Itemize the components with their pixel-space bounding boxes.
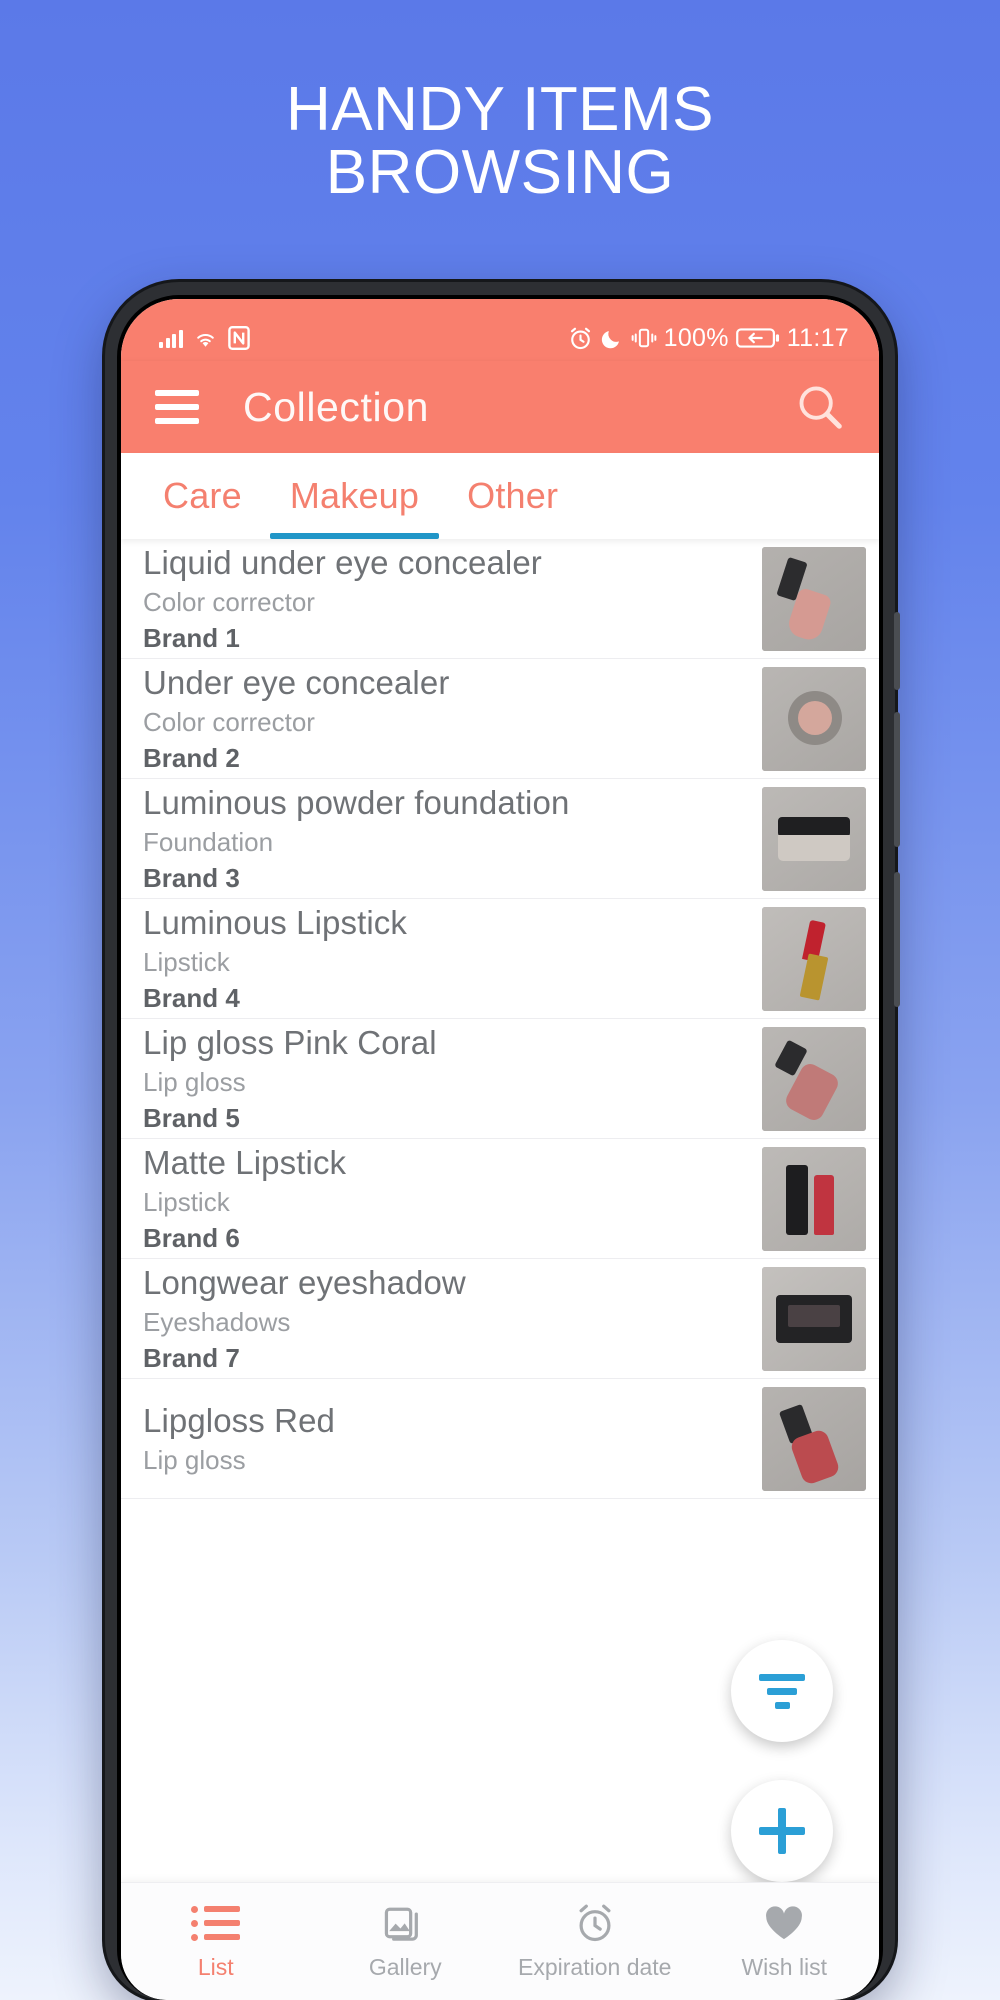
phone-power-button <box>894 612 900 690</box>
list-item-title: Under eye concealer <box>143 663 450 701</box>
nav-item-wish-list[interactable]: Wish list <box>690 1902 880 1981</box>
list-item-title: Liquid under eye concealer <box>143 543 542 581</box>
list-item-thumbnail <box>762 1026 866 1131</box>
list-item-thumbnail <box>762 1386 866 1491</box>
tab-care[interactable]: Care <box>139 453 266 539</box>
list-item-title: Longwear eyeshadow <box>143 1263 466 1301</box>
filter-sort-icon <box>759 1673 805 1709</box>
list-item-texts: Under eye concealer Color corrector Bran… <box>143 664 762 774</box>
phone-screen: 100% 11:17 Collection Care Makeup Other … <box>121 299 879 2000</box>
nav-item-expiration-date[interactable]: Expiration date <box>500 1902 690 1981</box>
list-item-category: Lip gloss <box>143 1066 246 1097</box>
list-item-category: Foundation <box>143 826 274 857</box>
nav-item-list-label: List <box>197 1954 234 1980</box>
list-item-category: Lipstick <box>143 1186 230 1217</box>
alarm-clock-icon <box>574 1902 616 1944</box>
page-title: Collection <box>243 383 430 430</box>
promo-headline: HANDY ITEMS BROWSING <box>0 75 1000 208</box>
battery-charging-icon <box>735 328 779 348</box>
bottom-navigation: List Gallery Expiration date Wish list <box>121 1882 879 2000</box>
list-item-thumbnail <box>762 666 866 771</box>
list-item-brand: Brand 5 <box>143 1102 240 1133</box>
list-item[interactable]: Lipgloss Red Lip gloss <box>121 1379 879 1499</box>
list-item-title: Luminous Lipstick <box>143 903 407 941</box>
list-item[interactable]: Longwear eyeshadow Eyeshadows Brand 7 <box>121 1259 879 1379</box>
list-item-category: Lip gloss <box>143 1444 246 1475</box>
filter-fab-button[interactable] <box>731 1640 833 1742</box>
tab-other-label: Other <box>467 475 559 516</box>
app-bar: Collection <box>121 361 879 453</box>
list-item[interactable]: Matte Lipstick Lipstick Brand 6 <box>121 1139 879 1259</box>
tab-makeup-label: Makeup <box>289 475 420 516</box>
list-item-title: Luminous powder foundation <box>143 783 570 821</box>
list-item-brand: Brand 4 <box>143 982 240 1013</box>
nfc-icon <box>227 326 250 350</box>
list-item-title: Lipgloss Red <box>143 1401 335 1439</box>
list-item-thumbnail <box>762 1146 866 1251</box>
list-item-category: Color corrector <box>143 706 315 737</box>
list-item-title: Matte Lipstick <box>143 1143 347 1181</box>
list-item-texts: Luminous Lipstick Lipstick Brand 4 <box>143 904 762 1014</box>
nav-item-gallery-label: Gallery <box>368 1954 442 1980</box>
status-bar-right: 100% 11:17 <box>568 324 849 353</box>
alarm-icon <box>570 327 590 349</box>
list-item-title: Lip gloss Pink Coral <box>143 1023 437 1061</box>
phone-mockup: 100% 11:17 Collection Care Makeup Other … <box>105 282 900 2000</box>
tab-care-label: Care <box>163 475 242 516</box>
list-item-texts: Lipgloss Red Lip gloss <box>143 1402 762 1476</box>
list-item-brand: Brand 1 <box>143 622 240 653</box>
list-item-thumbnail <box>762 786 866 891</box>
status-bar-left <box>159 326 250 350</box>
category-tabs: Care Makeup Other <box>121 453 879 539</box>
list-item-category: Eyeshadows <box>143 1306 291 1337</box>
phone-volume-down-button <box>894 872 900 1007</box>
list-item-category: Color corrector <box>143 586 315 617</box>
tab-makeup[interactable]: Makeup <box>266 453 443 539</box>
list-item-texts: Liquid under eye concealer Color correct… <box>143 544 762 654</box>
clock-label: 11:17 <box>786 323 849 352</box>
list-item-brand: Brand 3 <box>143 862 240 893</box>
plus-icon <box>759 1808 805 1854</box>
list-item-brand: Brand 2 <box>143 742 240 773</box>
status-bar: 100% 11:17 <box>121 299 879 361</box>
list-item[interactable]: Liquid under eye concealer Color correct… <box>121 539 879 659</box>
promo-headline-line-2: BROWSING <box>325 138 675 208</box>
list-item-texts: Luminous powder foundation Foundation Br… <box>143 784 762 894</box>
search-icon[interactable] <box>793 380 847 434</box>
promo-headline-line-1: HANDY ITEMS <box>285 75 715 144</box>
list-item-brand: Brand 7 <box>143 1342 240 1373</box>
phone-bezel: 100% 11:17 Collection Care Makeup Other … <box>117 295 883 2000</box>
moon-icon <box>601 331 619 349</box>
signal-bars-icon <box>159 328 183 348</box>
list-item[interactable]: Under eye concealer Color corrector Bran… <box>121 659 879 779</box>
list-item-texts: Lip gloss Pink Coral Lip gloss Brand 5 <box>143 1024 762 1134</box>
gallery-images-icon <box>384 1902 426 1944</box>
list-item[interactable]: Luminous Lipstick Lipstick Brand 4 <box>121 899 879 1019</box>
battery-percent-label: 100% <box>663 323 729 352</box>
phone-volume-up-button <box>894 712 900 847</box>
wifi-icon <box>196 333 214 347</box>
add-fab-button[interactable] <box>731 1780 833 1882</box>
nav-item-expiration-date-label: Expiration date <box>518 1954 672 1980</box>
list-item-texts: Matte Lipstick Lipstick Brand 6 <box>143 1144 762 1254</box>
vibrate-icon <box>631 328 656 348</box>
nav-item-list[interactable]: List <box>121 1902 311 1981</box>
hamburger-menu-icon[interactable] <box>155 390 199 424</box>
nav-item-wish-list-label: Wish list <box>741 1954 828 1980</box>
list-item-thumbnail <box>762 546 866 651</box>
list-item[interactable]: Luminous powder foundation Foundation Br… <box>121 779 879 899</box>
list-item-texts: Longwear eyeshadow Eyeshadows Brand 7 <box>143 1264 762 1374</box>
list-item-brand: Brand 6 <box>143 1222 240 1253</box>
tab-other[interactable]: Other <box>443 453 582 539</box>
heart-icon <box>763 1902 805 1944</box>
list-item-thumbnail <box>762 1266 866 1371</box>
list-item[interactable]: Lip gloss Pink Coral Lip gloss Brand 5 <box>121 1019 879 1139</box>
list-item-thumbnail <box>762 906 866 1011</box>
list-item-category: Lipstick <box>143 946 230 977</box>
list-icon <box>191 1902 241 1944</box>
nav-item-gallery[interactable]: Gallery <box>311 1902 501 1981</box>
